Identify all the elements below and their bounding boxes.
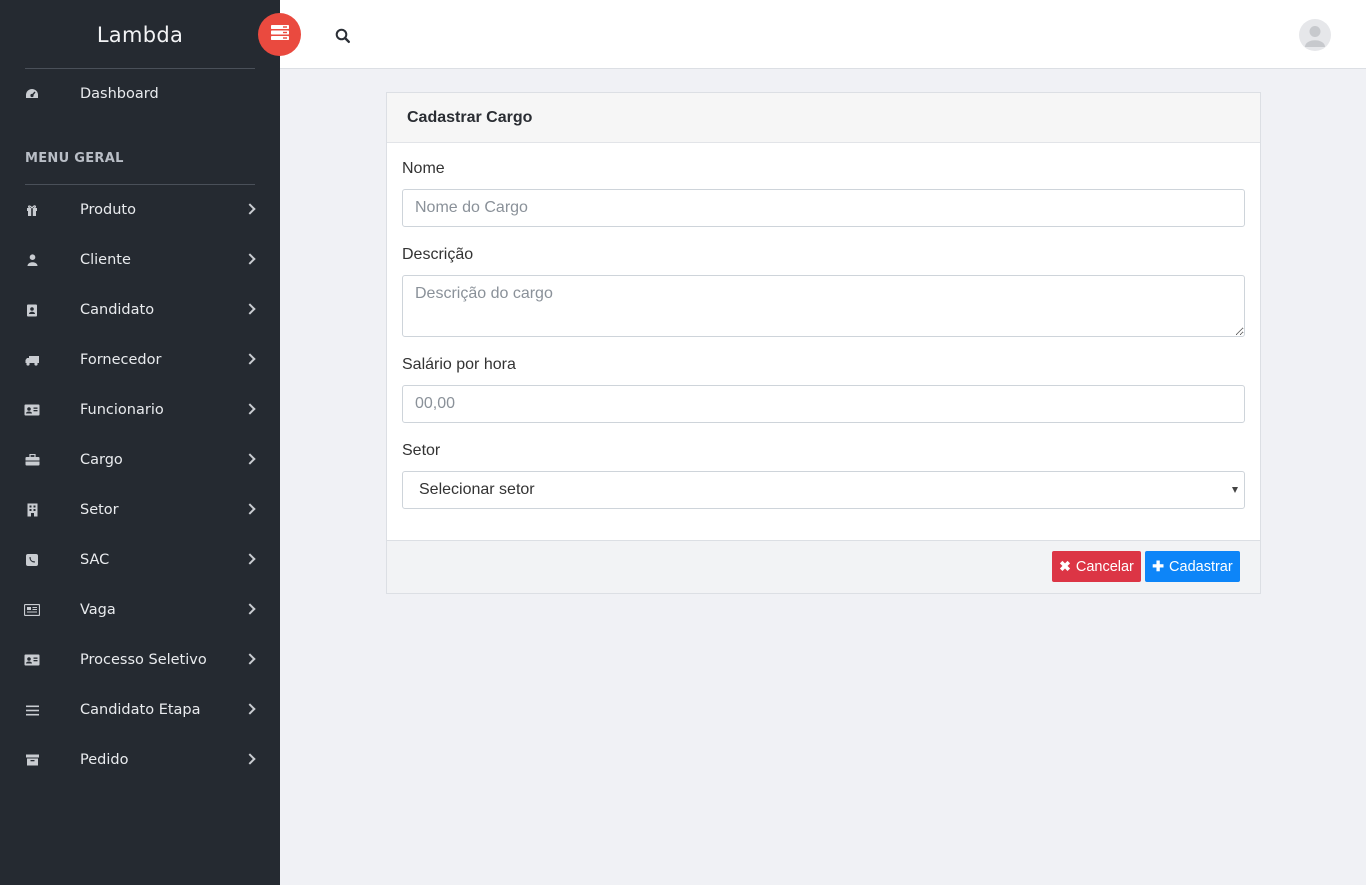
- sidebar-item-setor[interactable]: Setor: [0, 485, 280, 535]
- briefcase-icon: [24, 452, 40, 468]
- sidebar-item-label: SAC: [80, 552, 110, 568]
- sidebar-item-sac[interactable]: SAC: [0, 535, 280, 585]
- cadastrar-cargo-card: Cadastrar Cargo Nome Descrição Salário p…: [386, 92, 1261, 594]
- sidebar-item-processo-seletivo[interactable]: Processo Seletivo: [0, 635, 280, 685]
- nome-input[interactable]: [402, 189, 1245, 227]
- address-book-icon: [24, 302, 40, 318]
- chevron-right-icon: [244, 253, 256, 265]
- salario-label: Salário por hora: [402, 356, 516, 373]
- user-icon: [24, 252, 40, 268]
- chevron-right-icon: [244, 603, 256, 615]
- topbar: [280, 0, 1366, 69]
- sidebar-item-cargo[interactable]: Cargo: [0, 435, 280, 485]
- chevron-right-icon: [244, 203, 256, 215]
- card-header: Cadastrar Cargo: [387, 93, 1260, 143]
- setor-select[interactable]: Selecionar setor: [402, 471, 1245, 509]
- id-card-icon: [24, 652, 40, 668]
- sidebar-item-fornecedor[interactable]: Fornecedor: [0, 335, 280, 385]
- sidebar-item-label: Produto: [80, 202, 136, 218]
- chevron-right-icon: [244, 503, 256, 515]
- setor-select-value: Selecionar setor: [419, 481, 535, 498]
- archive-icon: [24, 752, 40, 768]
- sidebar-item-cliente[interactable]: Cliente: [0, 235, 280, 285]
- brand[interactable]: Lambda: [0, 0, 280, 69]
- phone-icon: [24, 552, 40, 568]
- chevron-right-icon: [244, 653, 256, 665]
- sidebar-item-label: Candidato: [80, 302, 155, 318]
- chevron-right-icon: [244, 703, 256, 715]
- truck-icon: [24, 352, 40, 368]
- plus-icon: ✚: [1152, 558, 1165, 574]
- sidebar-item-candidato-etapa[interactable]: Candidato Etapa: [0, 685, 280, 735]
- sidebar-item-label: Vaga: [80, 602, 116, 618]
- descricao-textarea[interactable]: [402, 275, 1245, 337]
- nome-label: Nome: [402, 160, 445, 177]
- card-footer: ✖ Cancelar ✚ Cadastrar: [387, 540, 1260, 593]
- sidebar-item-label: Setor: [80, 502, 119, 518]
- chevron-right-icon: [244, 553, 256, 565]
- server-icon: [270, 24, 289, 45]
- sidebar-item-label: Candidato Etapa: [80, 702, 201, 718]
- chevron-right-icon: [244, 453, 256, 465]
- descricao-label: Descrição: [402, 246, 474, 263]
- cadastrar-button[interactable]: ✚ Cadastrar: [1145, 551, 1240, 582]
- times-icon: ✖: [1059, 558, 1071, 574]
- sidebar-item-vaga[interactable]: Vaga: [0, 585, 280, 635]
- chevron-right-icon: [244, 753, 256, 765]
- cancel-button-label: Cancelar: [1075, 558, 1134, 575]
- sidebar-item-label: Processo Seletivo: [80, 652, 207, 668]
- cadastrar-button-label: Cadastrar: [1169, 558, 1233, 575]
- tachometer-icon: [24, 86, 40, 102]
- sidebar-item-label: Cliente: [80, 252, 131, 268]
- cancel-button[interactable]: ✖ Cancelar: [1052, 551, 1141, 582]
- sidebar-item-label: Fornecedor: [80, 352, 162, 368]
- chevron-right-icon: [244, 303, 256, 315]
- brand-name: Lambda: [96, 22, 184, 47]
- sidebar-item-produto[interactable]: Produto: [0, 185, 280, 235]
- menu-header: MENU GERAL: [25, 151, 124, 166]
- avatar[interactable]: [1299, 19, 1331, 51]
- sidebar-item-label: Funcionario: [80, 402, 164, 418]
- id-card-icon: [24, 402, 40, 418]
- gift-icon: [24, 202, 40, 218]
- salario-input[interactable]: [402, 385, 1245, 423]
- sidebar-item-candidato[interactable]: Candidato: [0, 285, 280, 335]
- newspaper-icon: [24, 602, 40, 618]
- sidebar-item-pedido[interactable]: Pedido: [0, 735, 280, 785]
- building-icon: [24, 502, 40, 518]
- sidebar-item-label: Cargo: [80, 452, 123, 468]
- sidebar-toggle-button[interactable]: [258, 13, 301, 56]
- sidebar: Lambda Dashboard MENU GERAL Produto Clie…: [0, 0, 280, 885]
- setor-label: Setor: [402, 442, 441, 459]
- sidebar-item-funcionario[interactable]: Funcionario: [0, 385, 280, 435]
- card-title: Cadastrar Cargo: [407, 108, 533, 126]
- sidebar-item-dashboard[interactable]: Dashboard: [0, 69, 280, 119]
- search-icon[interactable]: [335, 28, 351, 44]
- bars-icon: [24, 702, 40, 718]
- sidebar-item-label: Pedido: [80, 752, 129, 768]
- chevron-right-icon: [244, 403, 256, 415]
- sidebar-item-label: Dashboard: [80, 86, 159, 102]
- caret-down-icon: [1232, 487, 1238, 493]
- chevron-right-icon: [244, 353, 256, 365]
